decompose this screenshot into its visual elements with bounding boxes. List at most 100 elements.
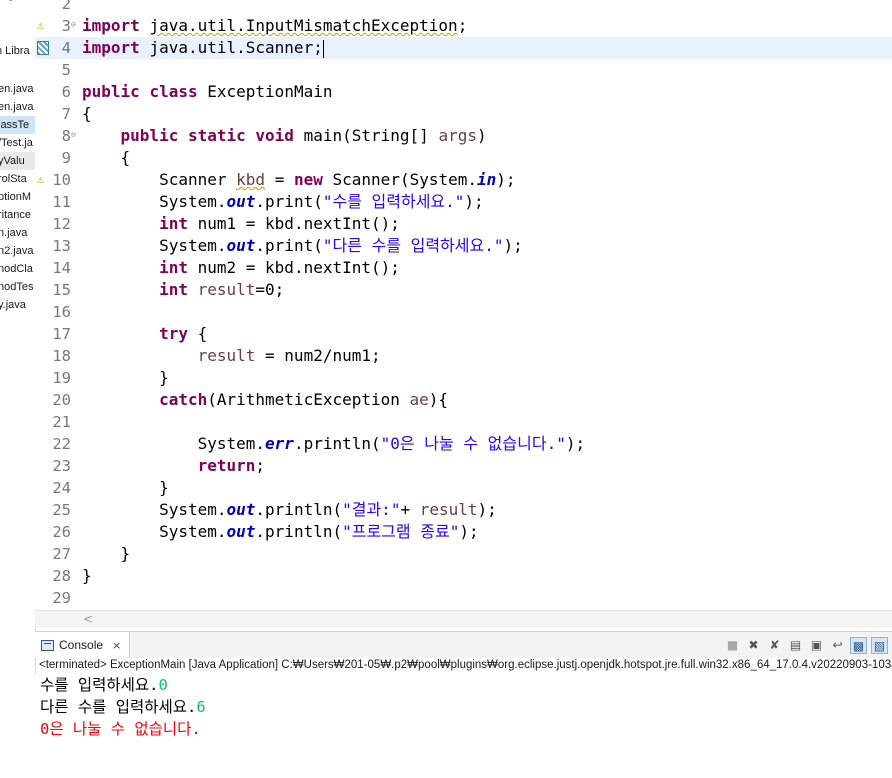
code-text: public class ExceptionMain [82, 82, 333, 101]
code-text: catch(ArithmeticException ae){ [159, 390, 449, 409]
code-line: 27 } [35, 543, 892, 565]
package-item[interactable]: n Libra [0, 42, 35, 60]
code-line: 7 { [35, 103, 892, 125]
scroll-left-icon[interactable]: < [83, 611, 93, 628]
stop-icon[interactable]: ■ [724, 637, 741, 654]
line-number: 26 [52, 523, 71, 541]
line-number: 16 [52, 303, 71, 321]
text-caret [322, 39, 324, 58]
code-line: 19 } [35, 367, 892, 389]
code-text: Scanner kbd = new Scanner(System.in); [159, 170, 516, 189]
code-text: } [159, 478, 169, 497]
word-wrap-icon[interactable]: ↩ [829, 637, 846, 654]
code-line: 20 catch(ArithmeticException ae){ [35, 389, 892, 411]
code-text: System.out.print("다른 수를 입력하세요."); [159, 236, 523, 255]
line-number: 10 [52, 171, 71, 189]
package-item[interactable]: rolSta [0, 170, 35, 188]
line-number: 18 [52, 347, 71, 365]
code-text: import java.util.Scanner; [82, 38, 324, 58]
code-line: 24 } [35, 477, 892, 499]
pin-icon[interactable]: ▣ [808, 637, 825, 654]
code-line: 18 result = num2/num1; [35, 345, 892, 367]
console-line: 수를 입력하세요.0 [40, 676, 168, 694]
package-item[interactable]: ritance [0, 206, 35, 224]
code-line: 9 { [35, 147, 892, 169]
code-editor[interactable]: 2 ⚠ 3 ⊖ import java.util.InputMismatchEx… [35, 0, 892, 610]
console-status: <terminated> ExceptionMain [Java Applica… [39, 659, 892, 671]
view-menu-icon[interactable]: ° [8, 0, 14, 9]
line-number: 29 [52, 589, 71, 607]
line-number: 13 [52, 237, 71, 255]
console-output[interactable]: 수를 입력하세요.0 다른 수를 입력하세요.6 0은 나눌 수 없습니다. [35, 674, 892, 778]
line-number: 9 [61, 149, 71, 167]
line-number: 4 [61, 39, 71, 57]
code-text: int num1 = kbd.nextInt(); [159, 214, 400, 233]
console-user-input: 6 [196, 698, 206, 716]
package-item[interactable]: n2.java [0, 242, 35, 260]
package-item[interactable]: nodCla [0, 260, 35, 278]
tab-console-label: Console [59, 638, 104, 652]
fold-icon[interactable]: ⊖ [71, 131, 79, 139]
package-item[interactable]: lassTe [0, 116, 35, 134]
code-line-current: 4 import java.util.Scanner; [35, 37, 892, 59]
line-number: 21 [52, 413, 71, 431]
code-line: 28 } [35, 565, 892, 587]
code-line: 5 [35, 59, 892, 81]
code-line: 6 public class ExceptionMain [35, 81, 892, 103]
tab-console[interactable]: Console × [35, 632, 131, 658]
code-text: } [159, 368, 169, 387]
console-tab-bar: Console × ■ ✖ ✘ ▤ ▣ ↩ ▩ ▧ [35, 631, 892, 658]
code-line: 25 System.out.println("결과:"+ result); [35, 499, 892, 521]
package-explorer: ° n Libra en.java en.java lassTe /Test.j… [0, 0, 36, 778]
code-text: import java.util.InputMismatchException; [82, 16, 468, 35]
code-text: public static void main(String[] args) [120, 126, 487, 145]
code-line: 22 System.err.println("0은 나눌 수 없습니다."); [35, 433, 892, 455]
code-text: int num2 = kbd.nextInt(); [159, 258, 400, 277]
package-item[interactable]: en.java [0, 80, 35, 98]
scroll-lock-icon[interactable]: ▤ [787, 637, 804, 654]
package-item[interactable]: n.java [0, 224, 35, 242]
line-number: 2 [61, 0, 71, 13]
code-line: ⚠ 10 Scanner kbd = new Scanner(System.in… [35, 169, 892, 191]
package-item[interactable]: en.java [0, 98, 35, 116]
line-number: 3 [61, 17, 71, 35]
line-number: 6 [61, 83, 71, 101]
display-console-icon[interactable]: ▩ [850, 636, 867, 654]
line-number: 23 [52, 457, 71, 475]
horizontal-scrollbar[interactable]: < [35, 610, 892, 628]
package-item[interactable]: nodTes [0, 278, 35, 296]
line-number: 5 [61, 61, 71, 79]
line-number: 15 [52, 281, 71, 299]
code-line: 21 [35, 411, 892, 433]
code-line: 16 [35, 301, 892, 323]
remove-launch-icon[interactable]: ✖ [745, 637, 762, 654]
code-line: 15 int result=0; [35, 279, 892, 301]
code-line: 23 return; [35, 455, 892, 477]
package-item[interactable]: y.java [0, 296, 35, 314]
code-text: int result=0; [159, 280, 285, 299]
open-console-icon[interactable]: ▧ [871, 636, 888, 654]
line-number: 24 [52, 479, 71, 497]
package-item[interactable]: /Test.ja [0, 134, 35, 152]
console-error-line: 0은 나눌 수 없습니다. [40, 720, 201, 738]
fold-icon[interactable]: ⊖ [71, 21, 79, 29]
line-number: 22 [52, 435, 71, 453]
line-number: 7 [61, 105, 71, 123]
line-number: 11 [52, 193, 71, 211]
code-text: System.out.print("수를 입력하세요."); [159, 192, 484, 211]
code-line: 11 System.out.print("수를 입력하세요."); [35, 191, 892, 213]
code-text: System.out.println("결과:"+ result); [159, 500, 497, 519]
package-item-selected[interactable]: yValu [0, 152, 35, 170]
code-line: 17 try { [35, 323, 892, 345]
close-icon[interactable]: × [112, 639, 121, 652]
code-line: 8 ⊖ public static void main(String[] arg… [35, 125, 892, 147]
code-text: { [82, 104, 92, 123]
remove-all-icon[interactable]: ✘ [766, 637, 783, 654]
console-line: 다른 수를 입력하세요.6 [40, 698, 206, 716]
code-line: 2 [35, 0, 892, 15]
code-text: try { [159, 324, 208, 343]
code-line: 26 System.out.println("프로그램 종료"); [35, 521, 892, 543]
line-number: 27 [52, 545, 71, 563]
code-line: 29 [35, 587, 892, 609]
package-item[interactable]: ptionM [0, 188, 35, 206]
